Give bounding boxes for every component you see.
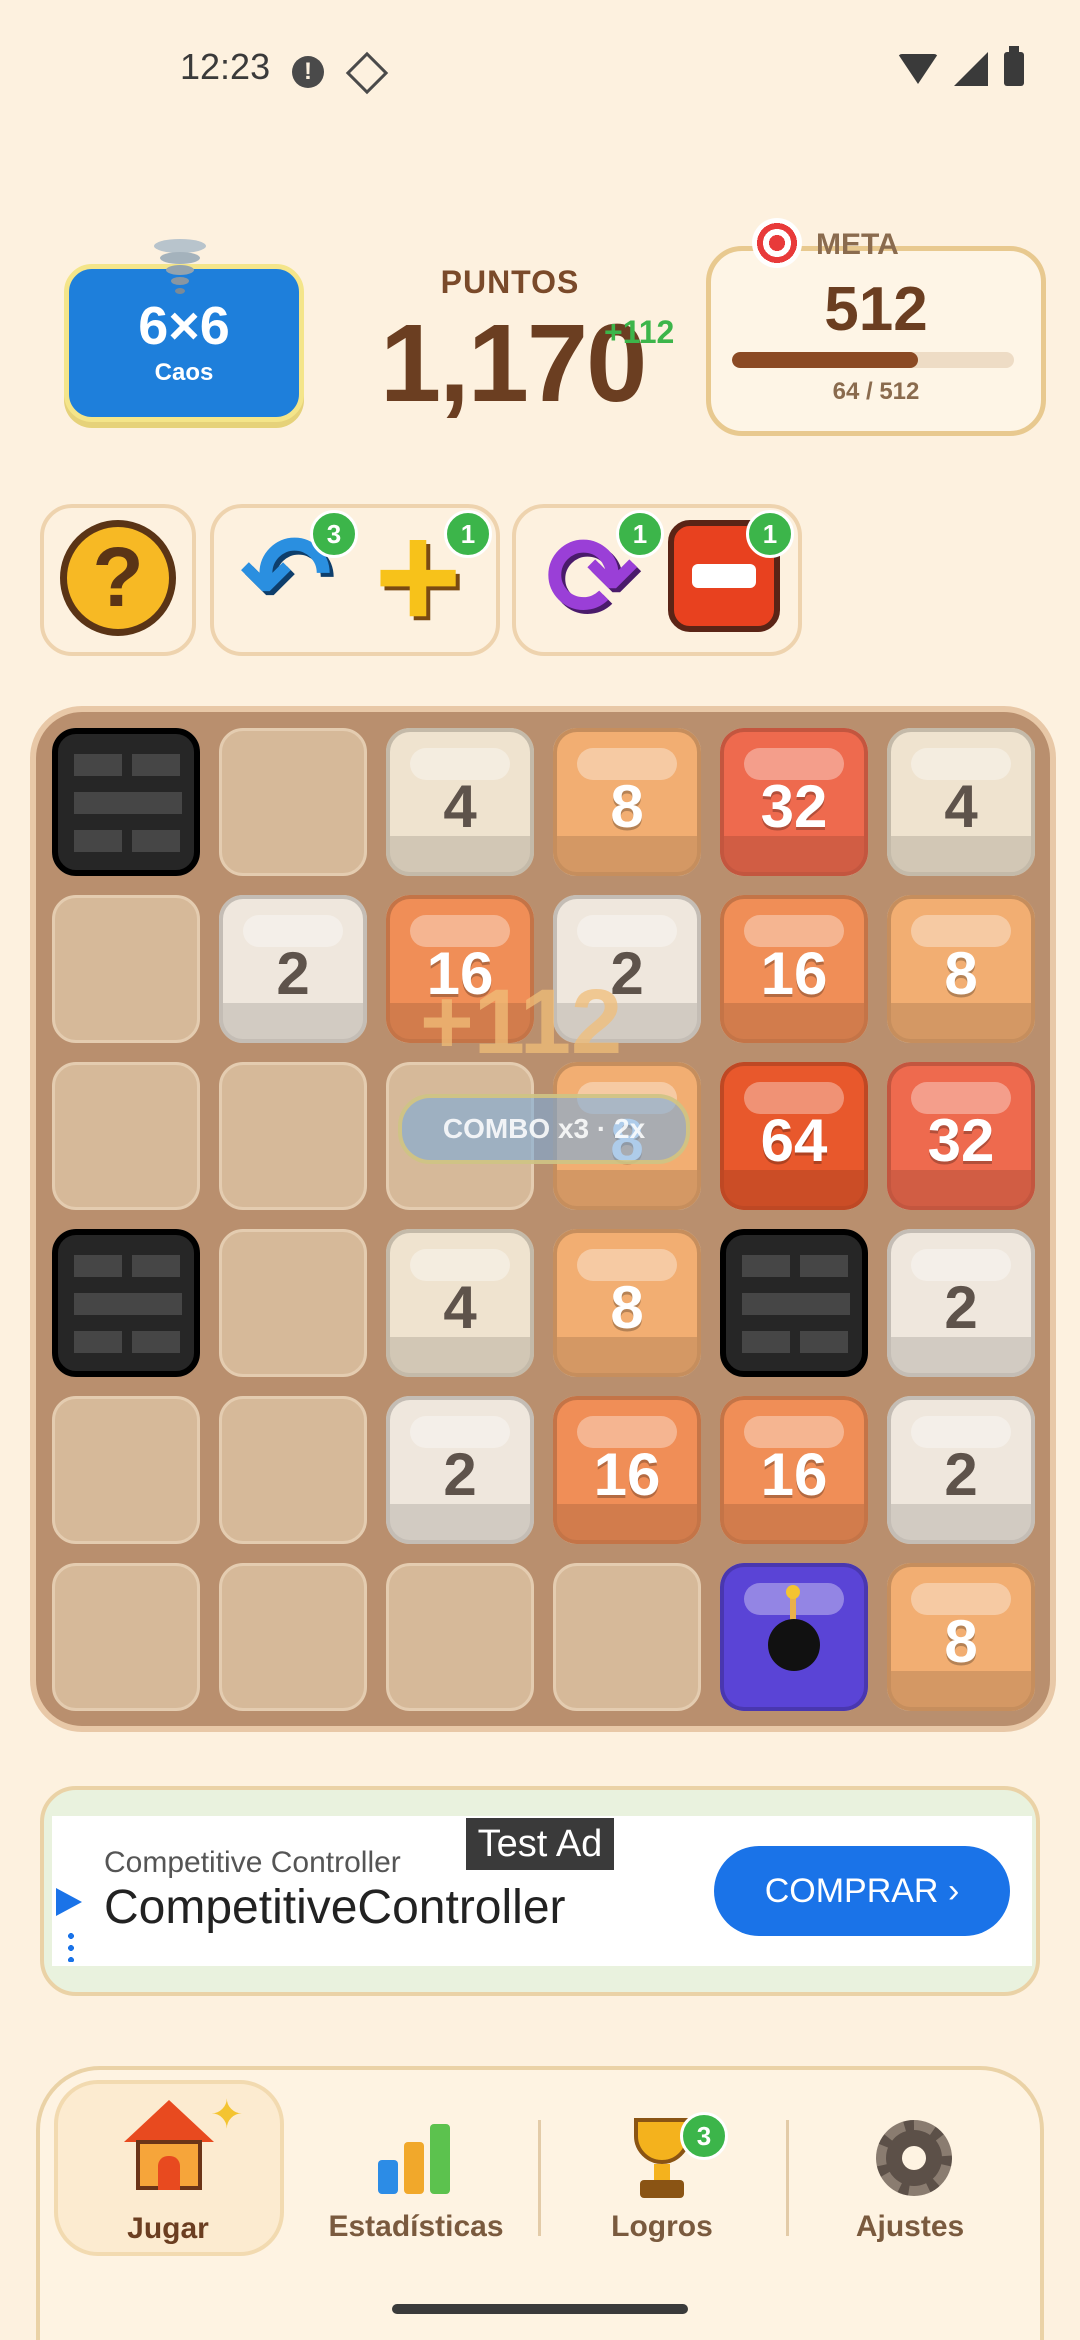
- goal-label: META: [816, 228, 899, 261]
- board-cell: [553, 1563, 701, 1711]
- board-cell: [52, 1396, 200, 1544]
- ad-buy-label: COMPRAR: [764, 1872, 939, 1910]
- goal-progress-fill: [732, 352, 919, 368]
- number-tile[interactable]: 8: [887, 895, 1035, 1043]
- tile-value: 8: [610, 773, 644, 840]
- nav-label-settings[interactable]: Ajustes: [800, 2210, 1020, 2244]
- status-time: 12:23: [180, 46, 271, 87]
- wall-tile[interactable]: [720, 1229, 868, 1377]
- achievements-badge: 3: [680, 2112, 728, 2160]
- tile-value: 16: [760, 940, 828, 1007]
- number-tile[interactable]: 2: [386, 1396, 534, 1544]
- board-cell: [52, 1563, 200, 1711]
- goal-value: 512: [824, 275, 928, 344]
- number-tile[interactable]: 8: [553, 1229, 701, 1377]
- chevron-right-icon: ›: [947, 1872, 960, 1910]
- tile-value: 4: [944, 773, 978, 840]
- stats-icon[interactable]: [378, 2120, 458, 2194]
- board-cell: [219, 1396, 367, 1544]
- number-tile[interactable]: 16: [720, 895, 868, 1043]
- ad-choices-icon[interactable]: [56, 1888, 82, 1916]
- ad-subtitle: Competitive Controller: [104, 1846, 401, 1879]
- tile-value: 64: [760, 1107, 828, 1174]
- number-tile[interactable]: 4: [386, 728, 534, 876]
- undo-count-badge: 3: [310, 510, 358, 558]
- board-cell: [219, 1563, 367, 1711]
- ad-menu-icon[interactable]: [68, 1930, 74, 1962]
- tile-value: 2: [443, 1441, 477, 1508]
- board-cell: [219, 1229, 367, 1377]
- number-tile[interactable]: 2: [887, 1229, 1035, 1377]
- minus-icon: [692, 564, 756, 588]
- tile-value: 2: [944, 1274, 978, 1341]
- tile-value: 8: [610, 1274, 644, 1341]
- nav-label-achievements[interactable]: Logros: [552, 2210, 772, 2244]
- tile-value: 4: [443, 1274, 477, 1341]
- tile-value: 16: [760, 1441, 828, 1508]
- board-cell: [386, 1563, 534, 1711]
- number-tile[interactable]: 16: [553, 1396, 701, 1544]
- target-icon: [752, 218, 802, 268]
- number-tile[interactable]: 32: [720, 728, 868, 876]
- points-delta: +112: [604, 314, 675, 350]
- ad-title: CompetitiveController: [104, 1881, 566, 1934]
- board-cell: [52, 1062, 200, 1210]
- help-button[interactable]: ?: [60, 520, 176, 636]
- tile-value: 4: [443, 773, 477, 840]
- number-tile[interactable]: 2: [887, 1396, 1035, 1544]
- goal-progress-bar: [732, 352, 1014, 368]
- number-tile[interactable]: 4: [887, 728, 1035, 876]
- wifi-icon: [898, 54, 938, 84]
- tile-value: 32: [927, 1107, 995, 1174]
- alert-icon: !: [292, 56, 324, 88]
- mode-name: Caos: [154, 359, 214, 386]
- goal-progress-text: 64 / 512: [832, 378, 920, 405]
- number-tile[interactable]: 4: [386, 1229, 534, 1377]
- floating-score: +112: [420, 971, 623, 1073]
- tile-value: 32: [760, 773, 828, 840]
- nav-label-stats[interactable]: Estadísticas: [306, 2210, 526, 2244]
- number-tile[interactable]: 8: [553, 728, 701, 876]
- sparkle-icon: ✦: [210, 2093, 244, 2137]
- tile-value: 8: [944, 1608, 978, 1675]
- nav-divider: [538, 2120, 541, 2236]
- mode-size: 6×6: [138, 296, 230, 356]
- number-tile[interactable]: 64: [720, 1062, 868, 1210]
- nav-label-play: Jugar: [127, 2212, 209, 2245]
- shuffle-count-badge: 1: [616, 510, 664, 558]
- gesture-bar: [392, 2304, 688, 2314]
- bomb-tile[interactable]: [720, 1563, 868, 1711]
- tile-value: 8: [944, 940, 978, 1007]
- number-tile[interactable]: 2: [219, 895, 367, 1043]
- battery-icon: [1004, 46, 1024, 86]
- number-tile[interactable]: 16: [720, 1396, 868, 1544]
- board-cell: [219, 1062, 367, 1210]
- notification-icon: [345, 51, 389, 95]
- home-icon: [124, 2100, 214, 2190]
- ad-buy-button[interactable]: COMPRAR ›: [714, 1846, 1010, 1936]
- wall-tile[interactable]: [52, 1229, 200, 1377]
- gear-icon[interactable]: [876, 2120, 952, 2196]
- brick-icon: [742, 1255, 850, 1355]
- combo-indicator: COMBO x3 · 2x: [398, 1094, 690, 1164]
- signal-icon: [954, 52, 988, 86]
- tile-value: 2: [276, 940, 310, 1007]
- status-icons: [898, 46, 1024, 86]
- ad-test-tag: Test Ad: [466, 1818, 614, 1870]
- remove-count-badge: 1: [746, 510, 794, 558]
- board-cell: [52, 895, 200, 1043]
- board-cell: [219, 728, 367, 876]
- wall-tile[interactable]: [52, 728, 200, 876]
- tile-value: 2: [944, 1441, 978, 1508]
- points-label: PUNTOS: [440, 264, 580, 300]
- add-count-badge: 1: [444, 510, 492, 558]
- number-tile[interactable]: 8: [887, 1563, 1035, 1711]
- nav-divider: [786, 2120, 789, 2236]
- game-board[interactable]: 483242162168864324822161628: [30, 706, 1056, 1732]
- brick-icon: [74, 1255, 182, 1355]
- number-tile[interactable]: 32: [887, 1062, 1035, 1210]
- tile-value: 16: [593, 1441, 661, 1508]
- brick-icon: [74, 754, 182, 854]
- tornado-icon: [154, 239, 206, 294]
